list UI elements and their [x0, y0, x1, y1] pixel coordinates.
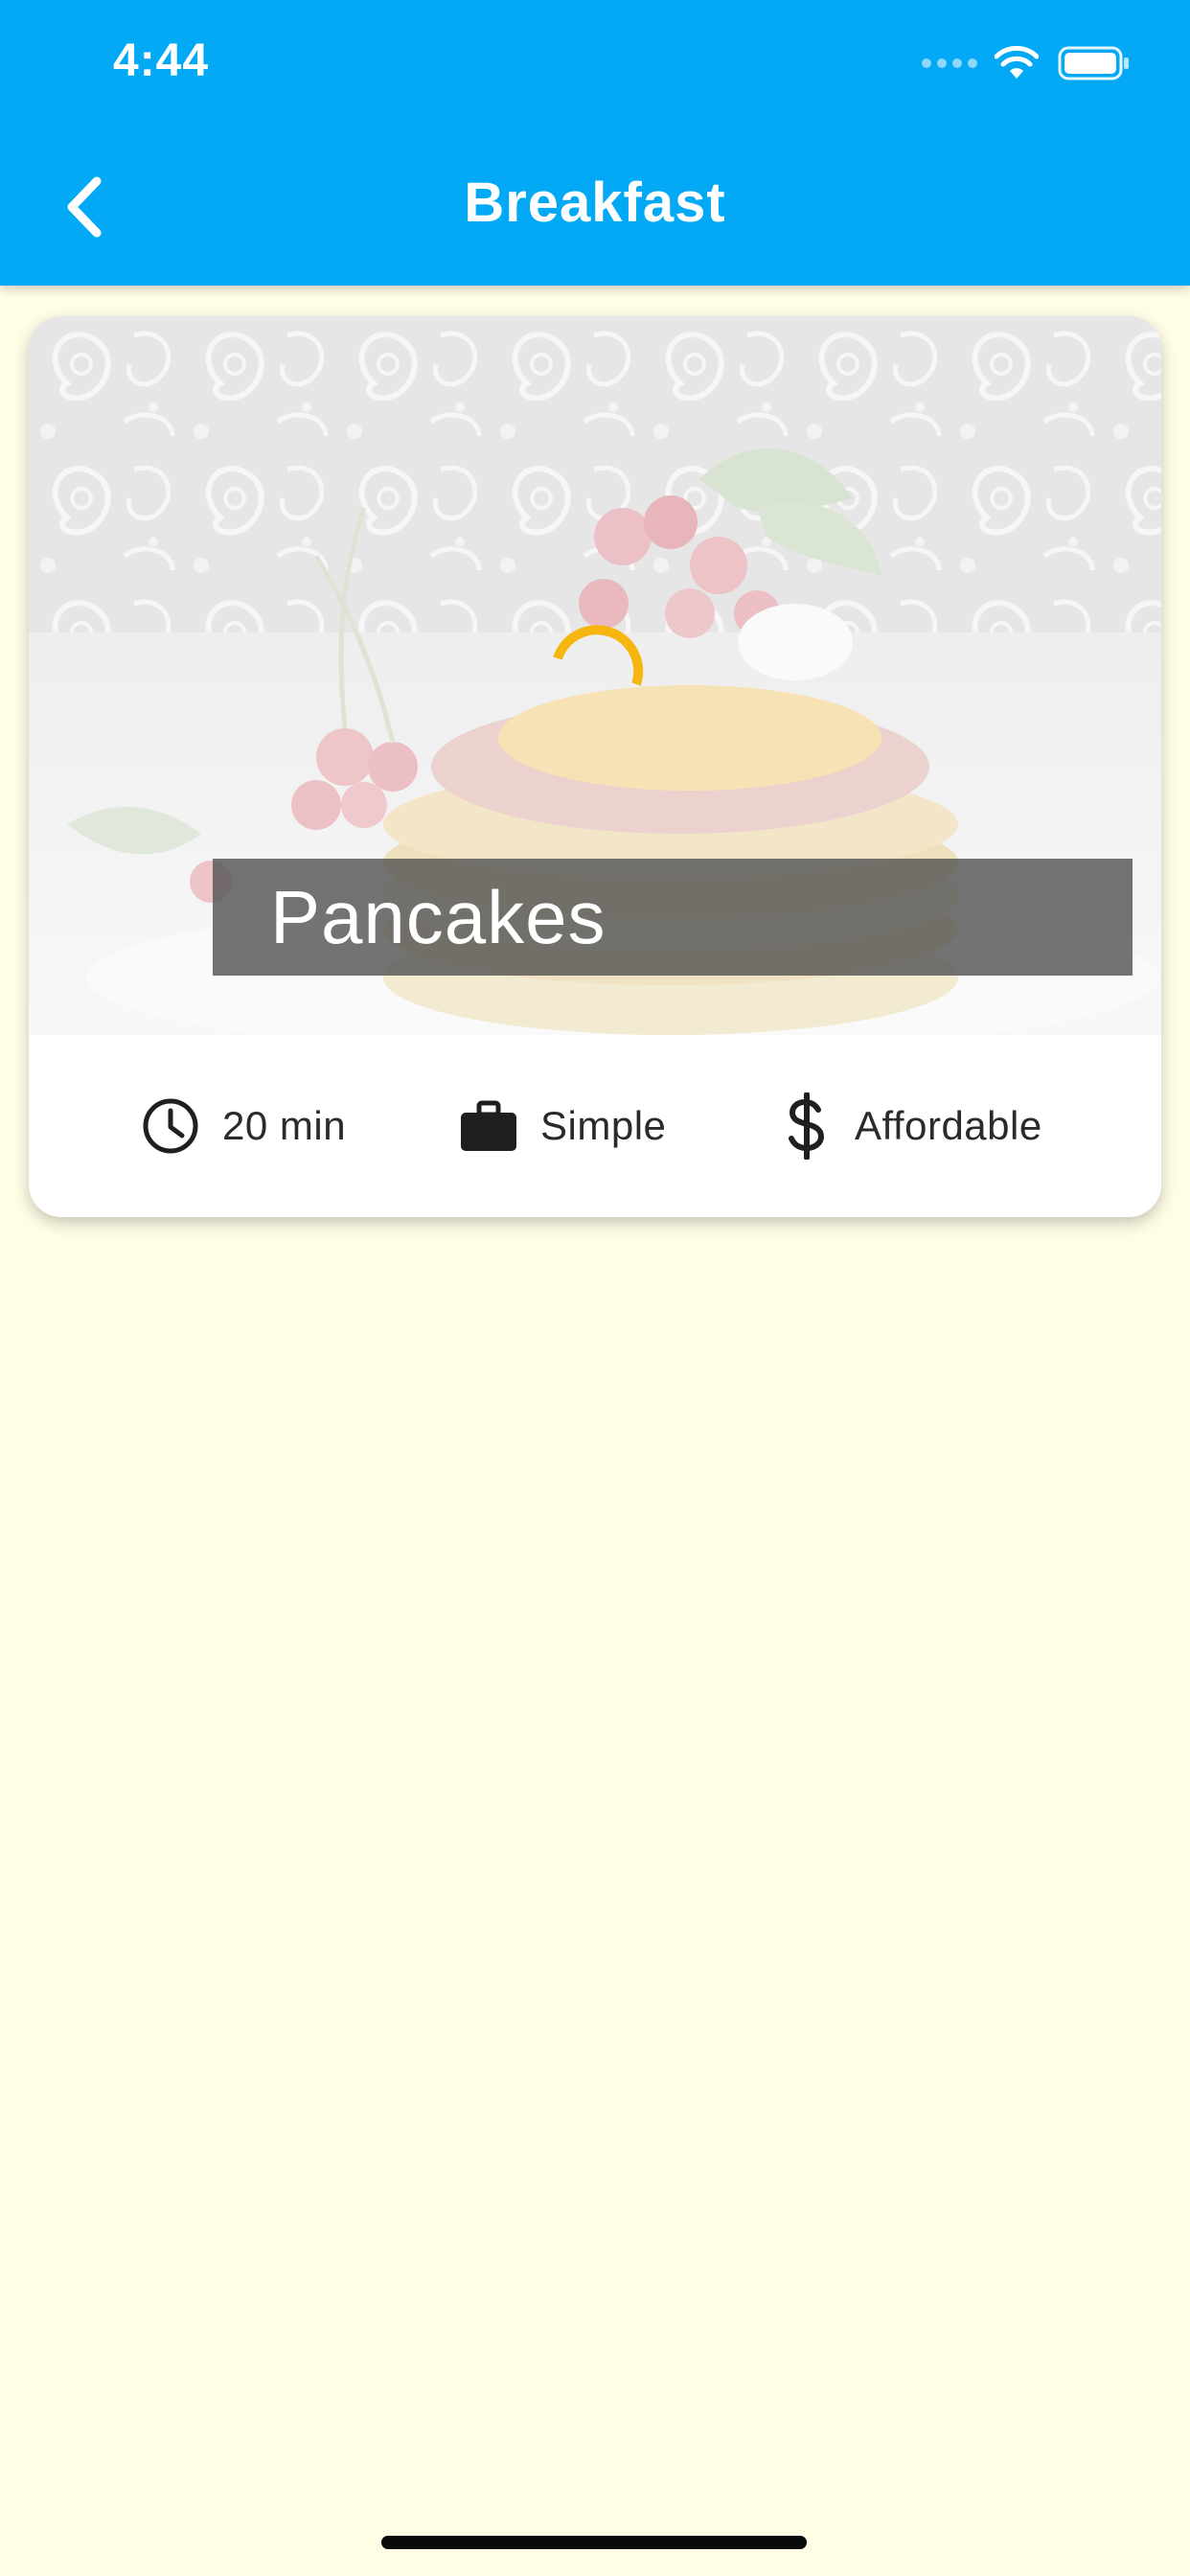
- wifi-icon: [995, 46, 1039, 79]
- loading-spinner: [553, 625, 644, 686]
- status-bar-icons: [922, 42, 1131, 84]
- meal-title-banner: Pancakes: [213, 859, 1133, 976]
- duration-info: 20 min: [140, 1035, 346, 1217]
- clock-icon: [143, 1098, 198, 1154]
- complexity-label: Simple: [540, 1103, 667, 1148]
- affordability-label: Affordable: [855, 1103, 1042, 1148]
- meal-title: Pancakes: [270, 874, 606, 959]
- status-bar-time: 4:44: [113, 35, 210, 86]
- meal-image: Pancakes: [29, 316, 1161, 1035]
- dollar-icon: [789, 1092, 825, 1160]
- page-title: Breakfast: [464, 172, 726, 234]
- home-indicator[interactable]: [381, 2536, 807, 2549]
- briefcase-icon: [461, 1100, 516, 1151]
- complexity-info: Simple: [458, 1035, 666, 1217]
- meal-card[interactable]: Pancakes 20 min Simple Affordable: [29, 316, 1161, 1217]
- affordability-info: Affordable: [776, 1035, 1042, 1217]
- app-bar: 4:44 Breakfast: [0, 0, 1190, 286]
- duration-label: 20 min: [222, 1103, 347, 1148]
- battery-icon: [1058, 46, 1129, 80]
- meal-info-row: 20 min Simple Affordable: [29, 1035, 1161, 1217]
- cellular-signal-icon: [922, 58, 977, 68]
